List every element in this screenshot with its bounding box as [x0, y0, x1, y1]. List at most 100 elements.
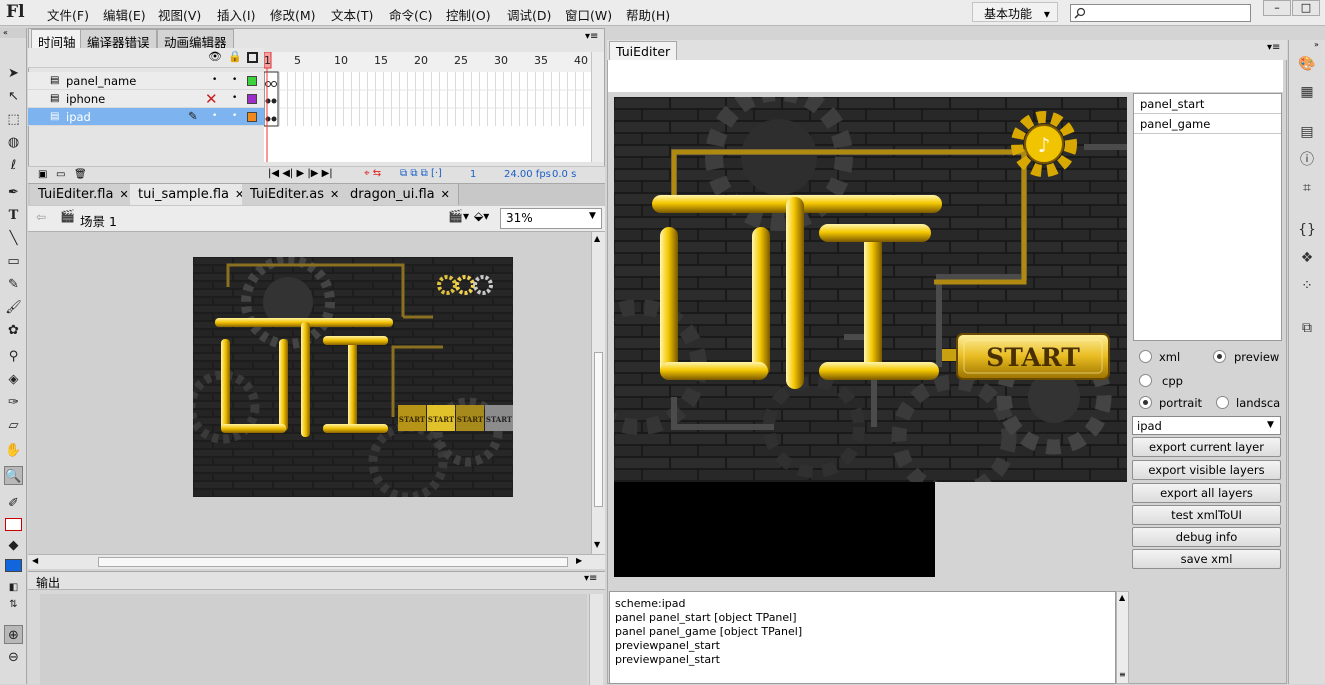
bone-tool-icon[interactable]: ⚲ [4, 347, 23, 366]
timeline-vscroll[interactable] [591, 52, 604, 162]
scroll-thumb[interactable] [594, 352, 603, 507]
pencil-tool-icon[interactable]: ✎ [4, 275, 23, 294]
radio-landscape[interactable] [1216, 396, 1229, 409]
stroke-color-swatch[interactable] [5, 518, 22, 531]
onion-skin-icon[interactable]: ⌖ ⇆ [364, 168, 381, 179]
swatches-icon[interactable]: ▦ [1297, 82, 1317, 102]
minimize-button[interactable]: – [1263, 0, 1291, 16]
radio-cpp[interactable] [1139, 374, 1152, 387]
edit-symbols-icon[interactable]: ⬙▾ [474, 209, 489, 223]
test-xmltoui-button[interactable]: test xmlToUI [1132, 505, 1281, 525]
outline-icon[interactable] [247, 52, 258, 63]
delete-layer-icon[interactable]: 🗑 [74, 169, 87, 180]
layer-color-swatch[interactable] [247, 76, 257, 86]
stage-vertical-scrollbar[interactable]: ▲ ▼ [591, 232, 605, 554]
scroll-thumb[interactable] [98, 557, 568, 567]
fill-color-icon[interactable]: ◆ [4, 536, 23, 555]
text-tool-icon[interactable]: T [4, 206, 23, 225]
radio-xml[interactable] [1139, 350, 1152, 363]
layer-color-swatch[interactable] [247, 112, 257, 122]
scheme-select[interactable]: ipad ▼ [1132, 416, 1281, 435]
menu-insert[interactable]: 插入(I) [217, 5, 255, 24]
output-scrollbar[interactable] [589, 594, 603, 685]
menu-file[interactable]: 文件(F) [47, 5, 89, 24]
3d-rotation-tool-icon[interactable]: ◍ [4, 133, 23, 152]
layer-color-swatch[interactable] [247, 94, 257, 104]
layer-visible-dot[interactable]: • [212, 75, 217, 85]
menu-control[interactable]: 控制(O) [446, 5, 491, 24]
layer-visible-dot[interactable]: • [212, 111, 217, 121]
layer-row[interactable]: ▤ panel_name • • [28, 72, 264, 90]
rectangle-tool-icon[interactable]: ▭ [4, 252, 23, 271]
panel-list[interactable]: panel_start panel_game [1133, 93, 1282, 341]
menu-help[interactable]: 帮助(H) [626, 5, 670, 24]
layer-lock-dot[interactable]: • [232, 111, 237, 121]
save-xml-button[interactable]: save xml [1132, 549, 1281, 569]
playback-controls[interactable]: |◀ ◀| ▶ |▶ ▶| [268, 168, 333, 179]
export-visible-layers-button[interactable]: export visible layers [1132, 460, 1281, 480]
workspace-switcher[interactable]: 基本功能 ▾ [972, 2, 1058, 22]
stage-horizontal-scrollbar[interactable]: ◀ ▶ [28, 554, 605, 569]
layer-lock-dot[interactable]: • [232, 75, 237, 85]
pen-tool-icon[interactable]: ✒ [4, 183, 23, 202]
log-output[interactable]: scheme:ipad panel panel_start [object TP… [609, 591, 1116, 684]
tab-motion-editor[interactable]: 动画编辑器 [157, 29, 234, 50]
doc-tab[interactable]: TuiEditer.fla ✕ [30, 184, 138, 205]
menu-view[interactable]: 视图(V) [158, 5, 201, 24]
doc-tab[interactable]: TuiEditer.as ✕ [242, 184, 349, 205]
help-search-input[interactable] [1070, 4, 1251, 22]
code-snippets-icon[interactable]: {} [1297, 220, 1317, 240]
fill-color-swatch[interactable] [5, 559, 22, 572]
menu-debug[interactable]: 调试(D) [507, 5, 551, 24]
scene-panel-icon[interactable]: ⧉ [1297, 318, 1317, 338]
align-icon[interactable]: ▤ [1297, 122, 1317, 142]
zoom-tool-icon[interactable]: 🔍 [4, 466, 23, 485]
doc-tab[interactable]: dragon_ui.fla ✕ [342, 184, 459, 205]
zoom-out-icon[interactable]: ⊖ [4, 648, 23, 667]
layer-row[interactable]: ▤ iphone ✕ • [28, 90, 264, 108]
list-item[interactable]: panel_start [1134, 94, 1281, 114]
stage-area[interactable]: START START START START [28, 232, 591, 554]
zoom-select[interactable]: 31% ▼ [500, 208, 602, 229]
tab-tuiediter[interactable]: TuiEditer [609, 41, 678, 60]
output-title[interactable]: 输出 [36, 574, 60, 591]
start-button[interactable]: START [956, 333, 1110, 380]
edit-multiple-frames-icon[interactable]: ⧉ ⧉ ⧉ [·] [400, 168, 442, 179]
current-frame[interactable]: 1 [470, 169, 476, 180]
line-tool-icon[interactable]: ╲ [4, 229, 23, 248]
menu-edit[interactable]: 编辑(E) [103, 5, 146, 24]
motion-presets-icon[interactable]: ⁘ [1297, 276, 1317, 296]
frame-rate[interactable]: 24.00 fps [504, 169, 551, 180]
scroll-down-icon[interactable]: ▼ [594, 540, 600, 549]
frames-grid[interactable] [264, 52, 591, 162]
scroll-left-icon[interactable]: ◀ [32, 556, 38, 565]
panel-menu-icon[interactable]: ▾≡ [584, 573, 597, 584]
output-text-area[interactable] [40, 594, 587, 685]
menu-modify[interactable]: 修改(M) [270, 5, 316, 24]
close-icon[interactable]: ✕ [330, 188, 339, 201]
panel-menu-icon[interactable]: ▾≡ [1267, 42, 1280, 53]
log-scrollbar[interactable]: ▲ ≡ [1116, 591, 1129, 684]
paint-bucket-tool-icon[interactable]: ◈ [4, 370, 23, 389]
layer-hidden-icon[interactable]: ✕ [205, 90, 218, 108]
edit-scene-icon[interactable]: 🎬▾ [448, 209, 469, 223]
maximize-button[interactable]: □ [1292, 0, 1320, 16]
scene-label[interactable]: 场景 1 [80, 211, 117, 230]
back-arrow-icon[interactable]: ⇦ [36, 210, 46, 224]
hand-tool-icon[interactable]: ✋ [4, 441, 23, 460]
lasso-tool-icon[interactable]: ℓ [4, 156, 23, 175]
brush-tool-icon[interactable]: 🖌 [4, 298, 23, 317]
menu-window[interactable]: 窗口(W) [565, 5, 612, 24]
panel-menu-icon[interactable]: ▾≡ [585, 31, 598, 42]
eyedropper-tool-icon[interactable]: ✑ [4, 393, 23, 412]
eraser-tool-icon[interactable]: ▱ [4, 416, 23, 435]
transform-icon[interactable]: ⌗ [1297, 178, 1317, 198]
scroll-right-icon[interactable]: ▶ [576, 556, 582, 565]
zoom-in-icon[interactable]: ⊕ [4, 625, 23, 644]
radio-portrait[interactable] [1139, 396, 1152, 409]
debug-info-button[interactable]: debug info [1132, 527, 1281, 547]
close-icon[interactable]: ✕ [119, 188, 128, 201]
scroll-up-icon[interactable]: ▲ [594, 234, 600, 243]
list-item[interactable]: panel_game [1134, 114, 1281, 134]
layer-lock-dot[interactable]: • [232, 93, 237, 103]
